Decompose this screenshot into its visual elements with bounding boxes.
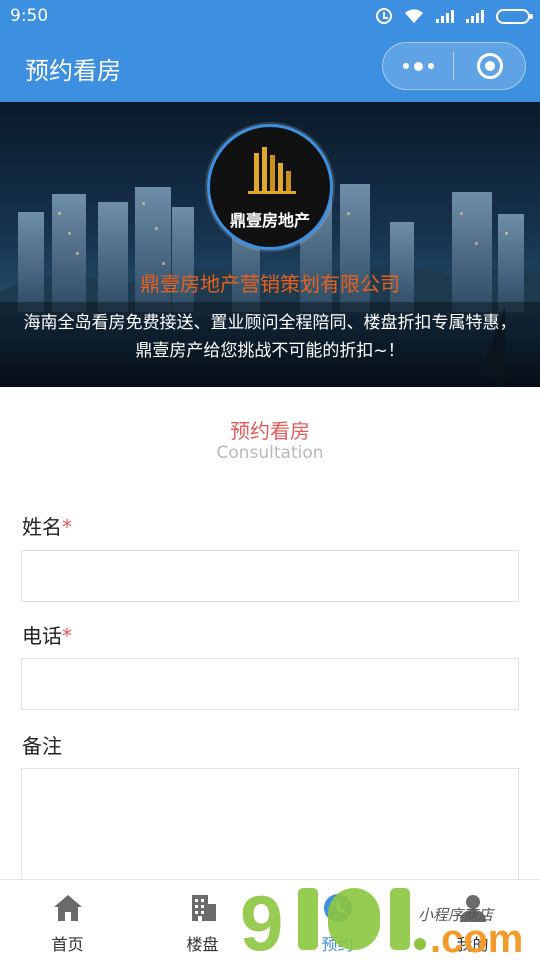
notes-textarea[interactable]: [21, 768, 519, 888]
tab-bar: 首页 楼盘 预约 我的: [0, 879, 540, 960]
appointment-icon: [323, 894, 352, 922]
signal-icon: [436, 9, 454, 23]
notes-label: 备注: [22, 730, 62, 759]
tab-label: 首页: [51, 935, 84, 954]
menu-capsule: [382, 42, 526, 90]
more-menu-button[interactable]: [383, 43, 453, 89]
banner: 鼎壹房地产 鼎壹房地产营销策划有限公司 海南全岛看房免费接送、置业顾问全程陪同、…: [0, 102, 540, 387]
tab-home[interactable]: 首页: [0, 880, 135, 960]
company-name: 鼎壹房地产营销策划有限公司: [140, 272, 400, 296]
close-miniprogram-button[interactable]: [454, 43, 525, 89]
page-title: 预约看房: [25, 57, 121, 85]
phone-input[interactable]: [21, 658, 519, 710]
name-input[interactable]: [21, 550, 519, 602]
user-icon: [459, 895, 486, 922]
name-label-text: 姓名: [22, 515, 62, 539]
status-bar: 9:50: [0, 0, 540, 32]
tab-label: 预约: [321, 935, 354, 954]
section-title: 预约看房: [230, 419, 310, 443]
tab-label: 我的: [456, 935, 489, 954]
tab-appointment[interactable]: 预约: [270, 880, 405, 960]
company-logo: 鼎壹房地产: [207, 124, 333, 250]
close-circle-icon: [476, 53, 503, 79]
alarm-icon: [376, 8, 392, 24]
status-time: 9:50: [10, 6, 49, 26]
banner-description: 海南全岛看房免费接送、置业顾问全程陪同、楼盘折扣专属特惠，鼎壹房产给您挑战不可能…: [23, 313, 517, 361]
wifi-icon: [405, 9, 423, 23]
logo-text: 鼎壹房地产: [229, 211, 310, 230]
tab-label: 楼盘: [186, 935, 219, 954]
name-label: 姓名*: [22, 511, 72, 540]
home-icon: [53, 895, 82, 921]
phone-label: 电话*: [22, 620, 72, 649]
nav-bar: 预约看房: [0, 32, 540, 102]
required-mark: *: [62, 624, 72, 648]
signal-icon-2: [466, 9, 484, 23]
tab-mine[interactable]: 我的: [405, 880, 540, 960]
notes-label-text: 备注: [22, 734, 62, 758]
building-logo-icon: [248, 147, 296, 194]
battery-icon: [496, 8, 533, 24]
required-mark: *: [62, 515, 72, 539]
phone-label-text: 电话: [22, 624, 62, 648]
tab-buildings[interactable]: 楼盘: [135, 880, 270, 960]
status-icons: [376, 8, 533, 24]
building-icon: [191, 895, 216, 921]
section-subtitle: Consultation: [216, 443, 324, 463]
